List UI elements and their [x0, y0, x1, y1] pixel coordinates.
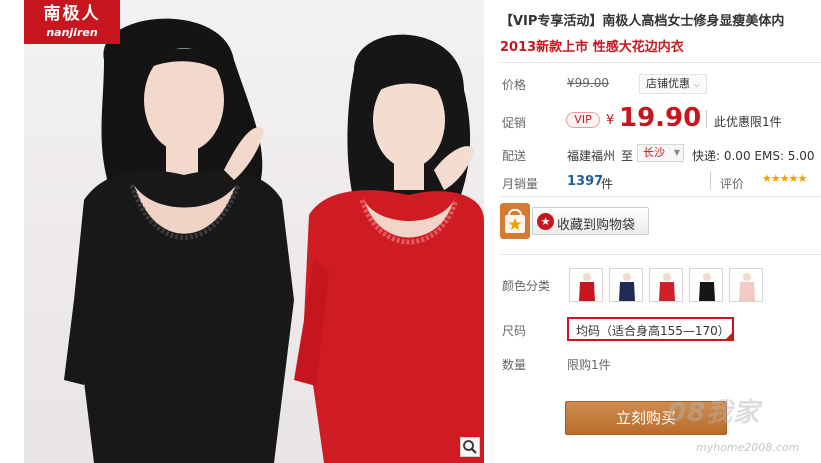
divider [710, 172, 711, 190]
color-swatch[interactable] [689, 268, 723, 302]
divider [706, 110, 707, 128]
model-black-outfit [64, 18, 294, 463]
currency-symbol: ¥ [606, 113, 615, 128]
swatch-thumbnail [699, 273, 715, 301]
quantity-label: 数量 [502, 358, 527, 372]
quantity-limit: 限购1件 [567, 358, 611, 372]
shipping-fees: 快递: 0.00 EMS: 5.00 [692, 149, 815, 163]
rating-label: 评价 [720, 177, 745, 191]
delivery-to: 至 [621, 149, 634, 163]
destination-select[interactable]: 长沙 ▼ [637, 144, 684, 162]
delivery-label: 配送 [502, 149, 527, 163]
brand-logo[interactable]: 南极人 nanjiren [24, 0, 120, 44]
sales-count[interactable]: 1397 [567, 174, 603, 189]
destination-value: 长沙 [643, 146, 665, 159]
swatch-thumbnail [739, 273, 755, 301]
color-swatch[interactable] [569, 268, 603, 302]
original-price: ¥99.00 [567, 76, 609, 90]
sales-label: 月销量 [502, 177, 539, 191]
swatch-thumbnail [579, 273, 595, 301]
size-option[interactable]: 均码（适合身高155—170） [567, 317, 734, 341]
delivery-origin: 福建福州 [567, 149, 616, 163]
product-title: 【VIP专享活动】南极人高档女士修身显瘦美体内 [500, 14, 785, 29]
brand-name-en: nanjiren [46, 26, 98, 39]
add-to-favorites-button[interactable]: ★ 收藏到购物袋 [532, 207, 649, 235]
shop-discount-label: 店铺优惠 [646, 77, 690, 90]
zoom-button[interactable] [460, 437, 480, 457]
color-swatch[interactable] [649, 268, 683, 302]
divider [500, 62, 821, 63]
product-subtitle: 2013新款上市 性感大花边内衣 [500, 40, 684, 55]
product-photo[interactable]: 南极人 nanjiren [24, 0, 484, 463]
promo-limit: 此优惠限1件 [714, 115, 782, 129]
chevron-down-icon: ⌵ [693, 80, 700, 89]
selected-check-icon [724, 331, 734, 341]
magnifier-icon [463, 440, 477, 454]
product-photo-art [64, 18, 484, 463]
divider [500, 254, 821, 255]
sales-unit: 件 [601, 177, 614, 191]
brand-name-cn: 南极人 [43, 4, 101, 24]
color-swatch[interactable] [609, 268, 643, 302]
shopping-bag-icon-graphic [505, 208, 525, 233]
size-value: 均码（适合身高155—170） [576, 324, 730, 338]
rating-stars[interactable]: ★★★★★ [762, 172, 807, 185]
swatch-thumbnail [659, 273, 675, 301]
swatch-thumbnail [619, 273, 635, 301]
model-red-outfit [294, 34, 484, 463]
shopping-bag-icon[interactable] [500, 203, 530, 239]
vip-badge: VIP [566, 112, 600, 128]
promo-price: 19.90 [619, 103, 702, 133]
price-label: 价格 [502, 78, 527, 92]
promo-label: 促销 [502, 116, 527, 130]
color-label: 颜色分类 [502, 279, 551, 293]
chevron-down-icon: ▼ [673, 148, 680, 157]
size-label: 尺码 [502, 324, 527, 338]
add-to-favorites-label: 收藏到购物袋 [557, 218, 636, 233]
star-icon: ★ [537, 213, 554, 230]
watermark-url: myhome2008.com [696, 441, 800, 454]
product-info-panel: 【VIP专享活动】南极人高档女士修身显瘦美体内 2013新款上市 性感大花边内衣… [500, 0, 821, 463]
color-swatch[interactable] [729, 268, 763, 302]
shop-discount-dropdown[interactable]: 店铺优惠 ⌵ [639, 74, 707, 94]
watermark: 08我家 [668, 398, 761, 428]
divider [500, 196, 821, 197]
